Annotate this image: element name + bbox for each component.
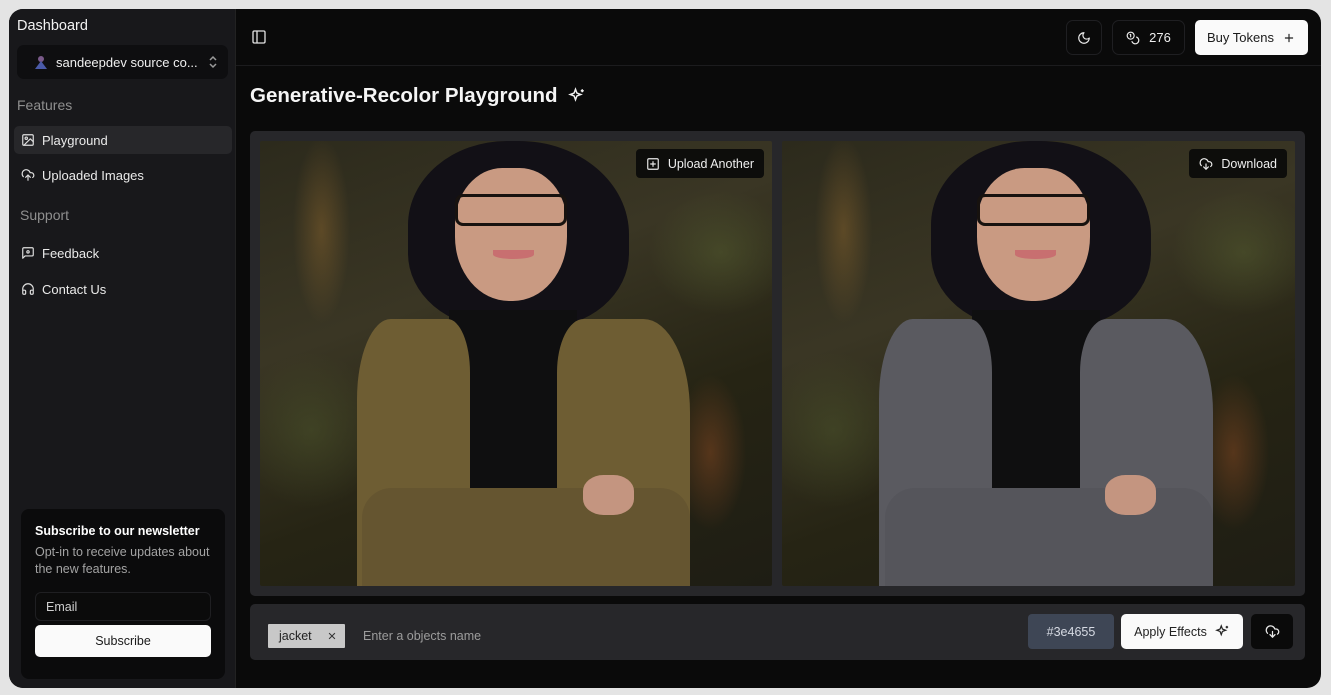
apply-effects-label: Apply Effects: [1134, 624, 1207, 639]
workspace-name: sandeepdev source co...: [56, 54, 198, 70]
sidebar-item-feedback[interactable]: Feedback: [14, 239, 232, 267]
newsletter-description: Opt-in to receive updates about the new …: [35, 545, 210, 576]
jacket-arms: [362, 488, 691, 586]
page-title-text: Generative-Recolor Playground: [250, 84, 558, 107]
plus-icon: [1284, 33, 1294, 42]
newsletter-card: Subscribe to our newsletter Opt-in to re…: [21, 509, 225, 679]
newsletter-title: Subscribe to our newsletter: [35, 524, 200, 538]
image-icon: [22, 134, 34, 146]
email-field[interactable]: [35, 592, 211, 621]
subject-glasses: [454, 194, 568, 226]
buy-tokens-label: Buy Tokens: [1207, 30, 1274, 45]
object-tag: jacket: [268, 624, 345, 648]
object-tag-label: jacket: [279, 629, 312, 643]
app-window: Dashboard sandeepdev source co... Featur…: [9, 9, 1321, 688]
color-picker-button[interactable]: #3e4655: [1028, 614, 1114, 649]
subject-glasses: [976, 194, 1090, 226]
token-count: 276: [1149, 30, 1171, 45]
upload-another-label: Upload Another: [667, 156, 754, 171]
subject-face: [976, 167, 1090, 302]
subject-smile: [1015, 250, 1057, 259]
subject-hand: [582, 474, 634, 515]
x-icon[interactable]: [327, 631, 337, 641]
page-title: Generative-Recolor Playground: [250, 84, 586, 108]
subject-face: [454, 167, 568, 302]
cloud-upload-icon: [21, 169, 35, 181]
color-value: #3e4655: [1046, 624, 1096, 639]
sidebar-item-label: Uploaded Images: [42, 167, 144, 183]
group-label-features: Features: [17, 97, 73, 113]
recolored-image: Download: [782, 141, 1295, 586]
sidebar-item-label: Feedback: [42, 245, 100, 261]
subscribe-button[interactable]: Subscribe: [35, 625, 211, 657]
subject-hand: [1105, 474, 1157, 515]
message-square-icon: [22, 247, 34, 259]
apply-effects-button[interactable]: Apply Effects: [1121, 614, 1243, 649]
subject-smile: [492, 250, 534, 259]
jacket-arms: [884, 488, 1213, 586]
chevrons-up-down-icon: [208, 55, 218, 70]
cloud-download-icon: [1199, 157, 1213, 170]
original-image: Upload Another: [260, 141, 772, 586]
sparkles-icon: [567, 87, 584, 102]
sidebar-item-uploaded-images[interactable]: Uploaded Images: [14, 161, 232, 189]
download-image-button[interactable]: Download: [1189, 149, 1287, 178]
group-label-support: Support: [20, 207, 70, 223]
coins-icon: [1126, 31, 1140, 44]
sidebar-item-playground[interactable]: Playground: [14, 126, 232, 154]
download-label: Download: [1221, 156, 1277, 171]
upload-another-button[interactable]: Upload Another: [635, 149, 764, 178]
sparkles-icon: [1214, 624, 1228, 637]
object-name-input[interactable]: [355, 624, 755, 648]
theme-toggle-button[interactable]: [1066, 20, 1102, 55]
image-comparison-canvas: Upload Another Download: [250, 131, 1305, 596]
token-balance[interactable]: 276: [1112, 20, 1185, 55]
moon-icon: [1078, 31, 1090, 44]
sidebar-item-label: Contact Us: [42, 281, 107, 297]
download-result-button[interactable]: [1251, 614, 1293, 649]
sidebar-item-contact-us[interactable]: Contact Us: [14, 275, 232, 303]
cloud-download-icon: [1265, 625, 1279, 638]
user-avatar: [33, 54, 49, 70]
sidebar-title: Dashboard: [17, 18, 88, 34]
sidebar-item-label: Playground: [42, 132, 108, 148]
topbar: 276 Buy Tokens: [236, 9, 1321, 66]
buy-tokens-button[interactable]: Buy Tokens: [1195, 20, 1308, 55]
recolor-controls: jacket #3e4655 Apply Effects: [250, 604, 1305, 660]
headphones-icon: [22, 283, 34, 295]
workspace-switcher[interactable]: sandeepdev source co...: [17, 45, 228, 79]
panel-left-icon[interactable]: [251, 29, 267, 45]
plus-square-icon: [646, 157, 659, 170]
sidebar: Dashboard sandeepdev source co... Featur…: [9, 9, 236, 688]
main-content: 276 Buy Tokens Generative-Recolor Playgr…: [236, 9, 1321, 688]
